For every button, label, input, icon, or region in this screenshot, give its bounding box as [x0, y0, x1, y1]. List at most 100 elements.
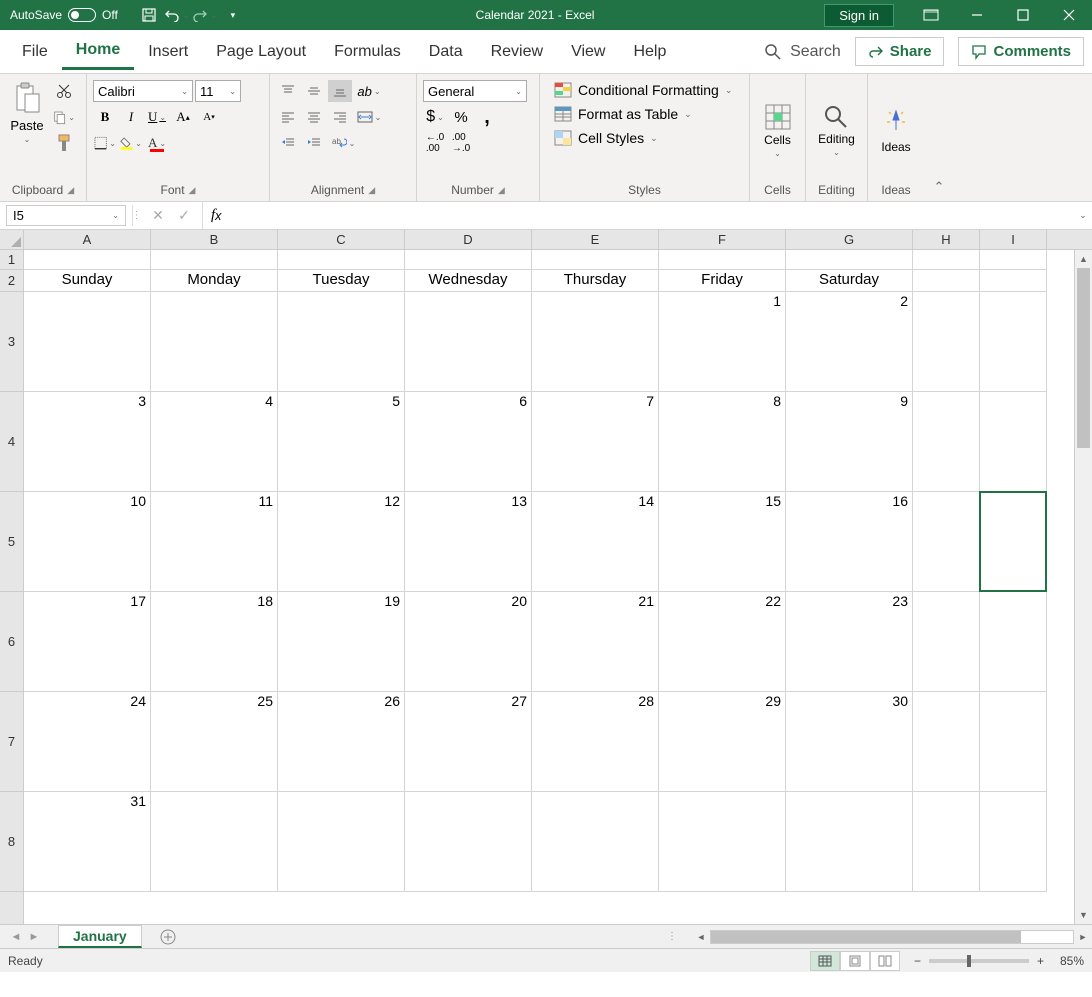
cell-I2[interactable] — [980, 270, 1047, 292]
name-box[interactable]: I5⌄ — [6, 205, 126, 226]
calendar-day-6[interactable]: 6 — [405, 392, 532, 492]
cell-G8[interactable] — [786, 792, 913, 892]
align-center-button[interactable] — [302, 106, 326, 128]
paste-button[interactable]: Paste ⌄ — [6, 78, 48, 183]
tab-file[interactable]: File — [8, 35, 62, 69]
horizontal-scroll-thumb[interactable] — [711, 931, 1021, 943]
sheet-tab-january[interactable]: January — [58, 925, 142, 948]
comma-format-button[interactable]: , — [475, 106, 499, 128]
calendar-day-27[interactable]: 27 — [405, 692, 532, 792]
cell-F1[interactable] — [659, 250, 786, 270]
increase-indent-button[interactable] — [302, 132, 326, 154]
calendar-day-31[interactable]: 31 — [24, 792, 151, 892]
cell-A3[interactable] — [24, 292, 151, 392]
enter-formula-button[interactable]: ✓ — [172, 207, 196, 224]
decrease-font-button[interactable]: A▾ — [197, 106, 221, 128]
italic-button[interactable]: I — [119, 106, 143, 128]
cell-I4[interactable] — [980, 392, 1047, 492]
scroll-up-button[interactable]: ▲ — [1075, 250, 1092, 268]
tab-page-layout[interactable]: Page Layout — [202, 35, 320, 69]
cell-B8[interactable] — [151, 792, 278, 892]
cell-H6[interactable] — [913, 592, 980, 692]
conditional-formatting-button[interactable]: Conditional Formatting⌄ — [550, 80, 739, 100]
cell-B3[interactable] — [151, 292, 278, 392]
vertical-scroll-thumb[interactable] — [1077, 268, 1090, 448]
zoom-level[interactable]: 85% — [1060, 954, 1084, 968]
calendar-day-26[interactable]: 26 — [278, 692, 405, 792]
calendar-day-11[interactable]: 11 — [151, 492, 278, 592]
calendar-day-8[interactable]: 8 — [659, 392, 786, 492]
sheet-splitter[interactable]: ⋮ — [667, 931, 678, 942]
cell-H4[interactable] — [913, 392, 980, 492]
column-header-B[interactable]: B — [151, 230, 278, 249]
calendar-day-7[interactable]: 7 — [532, 392, 659, 492]
maximize-button[interactable] — [1000, 0, 1046, 30]
align-left-button[interactable] — [276, 106, 300, 128]
cell-A1[interactable] — [24, 250, 151, 270]
autosave-switch[interactable] — [68, 8, 96, 22]
calendar-day-4[interactable]: 4 — [151, 392, 278, 492]
sheet-nav-prev[interactable]: ◄ — [8, 931, 24, 943]
undo-button[interactable] — [164, 3, 190, 27]
cell-I6[interactable] — [980, 592, 1047, 692]
column-header-I[interactable]: I — [980, 230, 1047, 249]
cell-D8[interactable] — [405, 792, 532, 892]
day-header-friday[interactable]: Friday — [659, 270, 786, 292]
align-middle-button[interactable] — [302, 80, 326, 102]
fx-icon[interactable]: fx — [203, 202, 229, 229]
day-header-wednesday[interactable]: Wednesday — [405, 270, 532, 292]
cell-styles-button[interactable]: Cell Styles⌄ — [550, 128, 739, 148]
cut-button[interactable] — [52, 80, 76, 102]
column-header-G[interactable]: G — [786, 230, 913, 249]
column-header-C[interactable]: C — [278, 230, 405, 249]
save-icon[interactable] — [136, 3, 162, 27]
cell-H3[interactable] — [913, 292, 980, 392]
fill-color-button[interactable] — [119, 132, 143, 154]
cell-I1[interactable] — [980, 250, 1047, 270]
cell-I3[interactable] — [980, 292, 1047, 392]
scroll-left-button[interactable]: ◄ — [692, 932, 710, 942]
tab-review[interactable]: Review — [477, 35, 557, 69]
cell-H8[interactable] — [913, 792, 980, 892]
tab-home[interactable]: Home — [62, 33, 134, 70]
zoom-slider[interactable] — [929, 959, 1029, 963]
comments-button[interactable]: Comments — [958, 37, 1084, 66]
bold-button[interactable]: B — [93, 106, 117, 128]
format-painter-button[interactable] — [52, 132, 76, 154]
cell-I7[interactable] — [980, 692, 1047, 792]
align-right-button[interactable] — [328, 106, 352, 128]
column-header-A[interactable]: A — [24, 230, 151, 249]
calendar-day-5[interactable]: 5 — [278, 392, 405, 492]
new-sheet-button[interactable] — [154, 925, 182, 948]
orientation-button[interactable]: ab — [354, 80, 384, 102]
increase-decimal-button[interactable]: ←.0.00 — [423, 132, 447, 154]
vertical-scrollbar[interactable]: ▲ ▼ — [1074, 250, 1092, 924]
autosave-toggle[interactable]: AutoSave Off — [0, 8, 128, 22]
row-header-4[interactable]: 4 — [0, 392, 23, 492]
row-header-1[interactable]: 1 — [0, 250, 23, 270]
cells-button[interactable]: Cells ⌄ — [758, 99, 798, 162]
decrease-decimal-button[interactable]: .00→.0 — [449, 132, 473, 154]
sign-in-button[interactable]: Sign in — [824, 4, 894, 27]
cell-E8[interactable] — [532, 792, 659, 892]
zoom-out-button[interactable]: − — [914, 954, 921, 968]
cell-H7[interactable] — [913, 692, 980, 792]
column-header-F[interactable]: F — [659, 230, 786, 249]
row-header-8[interactable]: 8 — [0, 792, 23, 892]
calendar-day-16[interactable]: 16 — [786, 492, 913, 592]
day-header-sunday[interactable]: Sunday — [24, 270, 151, 292]
expand-formula-bar-button[interactable]: ⌄ — [1074, 202, 1092, 229]
cell-I5[interactable] — [980, 492, 1047, 592]
tab-data[interactable]: Data — [415, 35, 477, 69]
calendar-day-21[interactable]: 21 — [532, 592, 659, 692]
calendar-day-1[interactable]: 1 — [659, 292, 786, 392]
font-color-button[interactable]: A — [145, 132, 169, 154]
calendar-day-17[interactable]: 17 — [24, 592, 151, 692]
clipboard-launcher-icon[interactable]: ◢ — [67, 185, 74, 196]
cell-H5[interactable] — [913, 492, 980, 592]
calendar-day-9[interactable]: 9 — [786, 392, 913, 492]
editing-button[interactable]: Editing ⌄ — [812, 100, 861, 161]
row-header-7[interactable]: 7 — [0, 692, 23, 792]
cancel-formula-button[interactable]: ✕ — [146, 207, 170, 224]
calendar-day-3[interactable]: 3 — [24, 392, 151, 492]
